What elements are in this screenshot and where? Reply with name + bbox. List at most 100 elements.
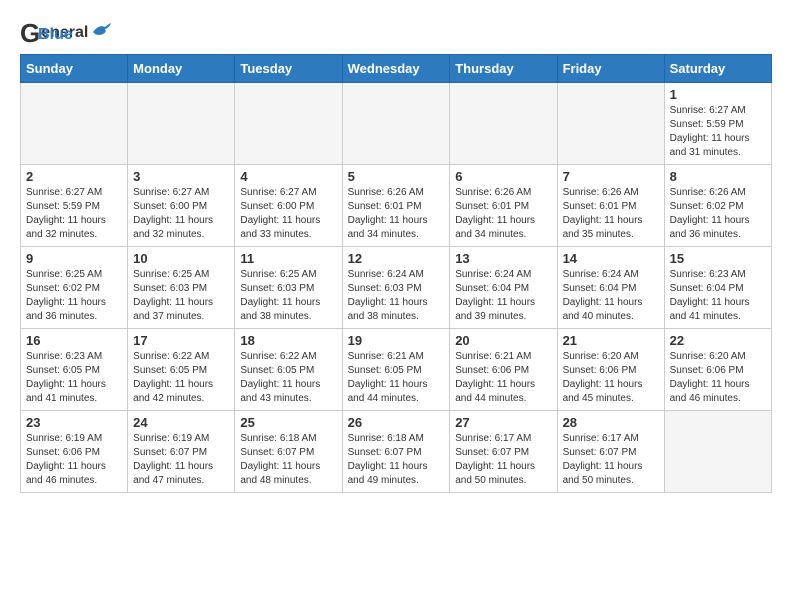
page-header: G eneral Blue bbox=[20, 20, 772, 44]
calendar-cell: 8 Sunrise: 6:26 AM Sunset: 6:02 PM Daylig… bbox=[664, 165, 771, 247]
day-info: Sunrise: 6:21 AM Sunset: 6:05 PM Dayligh… bbox=[348, 350, 445, 406]
day-number: 28 bbox=[563, 415, 659, 430]
day-number: 8 bbox=[670, 169, 766, 184]
day-info: Sunrise: 6:18 AM Sunset: 6:07 PM Dayligh… bbox=[240, 432, 336, 488]
day-info: Sunrise: 6:18 AM Sunset: 6:07 PM Dayligh… bbox=[348, 432, 445, 488]
day-info: Sunrise: 6:27 AM Sunset: 6:00 PM Dayligh… bbox=[240, 186, 336, 242]
calendar-cell: 26 Sunrise: 6:18 AM Sunset: 6:07 PM Dayli… bbox=[342, 411, 450, 493]
calendar-cell bbox=[450, 83, 557, 165]
day-number: 26 bbox=[348, 415, 445, 430]
day-number: 11 bbox=[240, 251, 336, 266]
calendar-cell: 1 Sunrise: 6:27 AM Sunset: 5:59 PM Daylig… bbox=[664, 83, 771, 165]
day-info: Sunrise: 6:24 AM Sunset: 6:03 PM Dayligh… bbox=[348, 268, 445, 324]
day-info: Sunrise: 6:27 AM Sunset: 6:00 PM Dayligh… bbox=[133, 186, 229, 242]
calendar-cell: 7 Sunrise: 6:26 AM Sunset: 6:01 PM Daylig… bbox=[557, 165, 664, 247]
day-info: Sunrise: 6:17 AM Sunset: 6:07 PM Dayligh… bbox=[563, 432, 659, 488]
logo-bird-icon bbox=[91, 22, 113, 40]
day-info: Sunrise: 6:20 AM Sunset: 6:06 PM Dayligh… bbox=[563, 350, 659, 406]
col-header-tuesday: Tuesday bbox=[235, 55, 342, 83]
calendar-cell bbox=[342, 83, 450, 165]
calendar-cell: 2 Sunrise: 6:27 AM Sunset: 5:59 PM Daylig… bbox=[21, 165, 128, 247]
day-number: 22 bbox=[670, 333, 766, 348]
col-header-wednesday: Wednesday bbox=[342, 55, 450, 83]
day-number: 2 bbox=[26, 169, 122, 184]
day-info: Sunrise: 6:25 AM Sunset: 6:03 PM Dayligh… bbox=[133, 268, 229, 324]
col-header-friday: Friday bbox=[557, 55, 664, 83]
day-info: Sunrise: 6:19 AM Sunset: 6:06 PM Dayligh… bbox=[26, 432, 122, 488]
day-info: Sunrise: 6:26 AM Sunset: 6:01 PM Dayligh… bbox=[348, 186, 445, 242]
calendar-cell: 5 Sunrise: 6:26 AM Sunset: 6:01 PM Daylig… bbox=[342, 165, 450, 247]
logo-blue-label: Blue bbox=[38, 26, 73, 43]
col-header-saturday: Saturday bbox=[664, 55, 771, 83]
day-info: Sunrise: 6:26 AM Sunset: 6:01 PM Dayligh… bbox=[563, 186, 659, 242]
day-info: Sunrise: 6:25 AM Sunset: 6:02 PM Dayligh… bbox=[26, 268, 122, 324]
calendar-cell: 28 Sunrise: 6:17 AM Sunset: 6:07 PM Dayli… bbox=[557, 411, 664, 493]
day-number: 15 bbox=[670, 251, 766, 266]
day-number: 1 bbox=[670, 87, 766, 102]
day-number: 27 bbox=[455, 415, 551, 430]
calendar-week-2: 2 Sunrise: 6:27 AM Sunset: 5:59 PM Daylig… bbox=[21, 165, 772, 247]
calendar-cell: 14 Sunrise: 6:24 AM Sunset: 6:04 PM Dayli… bbox=[557, 247, 664, 329]
calendar-cell: 23 Sunrise: 6:19 AM Sunset: 6:06 PM Dayli… bbox=[21, 411, 128, 493]
calendar-cell: 4 Sunrise: 6:27 AM Sunset: 6:00 PM Daylig… bbox=[235, 165, 342, 247]
calendar-cell: 16 Sunrise: 6:23 AM Sunset: 6:05 PM Dayli… bbox=[21, 329, 128, 411]
day-info: Sunrise: 6:17 AM Sunset: 6:07 PM Dayligh… bbox=[455, 432, 551, 488]
day-number: 24 bbox=[133, 415, 229, 430]
day-number: 6 bbox=[455, 169, 551, 184]
calendar-cell: 21 Sunrise: 6:20 AM Sunset: 6:06 PM Dayli… bbox=[557, 329, 664, 411]
day-info: Sunrise: 6:23 AM Sunset: 6:05 PM Dayligh… bbox=[26, 350, 122, 406]
day-number: 23 bbox=[26, 415, 122, 430]
col-header-thursday: Thursday bbox=[450, 55, 557, 83]
day-number: 10 bbox=[133, 251, 229, 266]
calendar-cell: 15Sunrise: 6:23 AM Sunset: 6:04 PM Dayli… bbox=[664, 247, 771, 329]
day-info: Sunrise: 6:27 AM Sunset: 5:59 PM Dayligh… bbox=[26, 186, 122, 242]
calendar-cell: 6 Sunrise: 6:26 AM Sunset: 6:01 PM Daylig… bbox=[450, 165, 557, 247]
day-info: Sunrise: 6:22 AM Sunset: 6:05 PM Dayligh… bbox=[240, 350, 336, 406]
day-number: 17 bbox=[133, 333, 229, 348]
calendar-cell: 20 Sunrise: 6:21 AM Sunset: 6:06 PM Dayli… bbox=[450, 329, 557, 411]
calendar-cell bbox=[235, 83, 342, 165]
day-number: 25 bbox=[240, 415, 336, 430]
day-number: 14 bbox=[563, 251, 659, 266]
day-info: Sunrise: 6:20 AM Sunset: 6:06 PM Dayligh… bbox=[670, 350, 766, 406]
calendar-week-4: 16 Sunrise: 6:23 AM Sunset: 6:05 PM Dayli… bbox=[21, 329, 772, 411]
day-number: 12 bbox=[348, 251, 445, 266]
calendar-cell: 13 Sunrise: 6:24 AM Sunset: 6:04 PM Dayli… bbox=[450, 247, 557, 329]
col-header-sunday: Sunday bbox=[21, 55, 128, 83]
calendar-cell: 22 Sunrise: 6:20 AM Sunset: 6:06 PM Dayli… bbox=[664, 329, 771, 411]
day-info: Sunrise: 6:22 AM Sunset: 6:05 PM Dayligh… bbox=[133, 350, 229, 406]
day-info: Sunrise: 6:26 AM Sunset: 6:01 PM Dayligh… bbox=[455, 186, 551, 242]
day-number: 5 bbox=[348, 169, 445, 184]
day-number: 7 bbox=[563, 169, 659, 184]
calendar-cell: 3 Sunrise: 6:27 AM Sunset: 6:00 PM Daylig… bbox=[128, 165, 235, 247]
day-info: Sunrise: 6:24 AM Sunset: 6:04 PM Dayligh… bbox=[563, 268, 659, 324]
calendar-cell bbox=[21, 83, 128, 165]
day-number: 3 bbox=[133, 169, 229, 184]
calendar-table: SundayMondayTuesdayWednesdayThursdayFrid… bbox=[20, 54, 772, 493]
calendar-cell bbox=[664, 411, 771, 493]
day-number: 16 bbox=[26, 333, 122, 348]
day-info: Sunrise: 6:19 AM Sunset: 6:07 PM Dayligh… bbox=[133, 432, 229, 488]
day-info: Sunrise: 6:24 AM Sunset: 6:04 PM Dayligh… bbox=[455, 268, 551, 324]
day-info: Sunrise: 6:21 AM Sunset: 6:06 PM Dayligh… bbox=[455, 350, 551, 406]
calendar-cell: 10 Sunrise: 6:25 AM Sunset: 6:03 PM Dayli… bbox=[128, 247, 235, 329]
calendar-cell: 27 Sunrise: 6:17 AM Sunset: 6:07 PM Dayli… bbox=[450, 411, 557, 493]
day-number: 20 bbox=[455, 333, 551, 348]
day-number: 13 bbox=[455, 251, 551, 266]
day-number: 9 bbox=[26, 251, 122, 266]
calendar-cell: 24 Sunrise: 6:19 AM Sunset: 6:07 PM Dayli… bbox=[128, 411, 235, 493]
day-info: Sunrise: 6:27 AM Sunset: 5:59 PM Dayligh… bbox=[670, 104, 766, 160]
calendar-cell: 25 Sunrise: 6:18 AM Sunset: 6:07 PM Dayli… bbox=[235, 411, 342, 493]
calendar-cell: 19Sunrise: 6:21 AM Sunset: 6:05 PM Dayli… bbox=[342, 329, 450, 411]
calendar-cell bbox=[557, 83, 664, 165]
day-number: 21 bbox=[563, 333, 659, 348]
calendar-cell: 11 Sunrise: 6:25 AM Sunset: 6:03 PM Dayli… bbox=[235, 247, 342, 329]
day-number: 4 bbox=[240, 169, 336, 184]
day-info: Sunrise: 6:25 AM Sunset: 6:03 PM Dayligh… bbox=[240, 268, 336, 324]
calendar-header-row: SundayMondayTuesdayWednesdayThursdayFrid… bbox=[21, 55, 772, 83]
day-info: Sunrise: 6:26 AM Sunset: 6:02 PM Dayligh… bbox=[670, 186, 766, 242]
logo: G eneral Blue bbox=[20, 20, 113, 44]
calendar-week-3: 9 Sunrise: 6:25 AM Sunset: 6:02 PM Daylig… bbox=[21, 247, 772, 329]
calendar-cell: 18Sunrise: 6:22 AM Sunset: 6:05 PM Dayli… bbox=[235, 329, 342, 411]
calendar-cell bbox=[128, 83, 235, 165]
